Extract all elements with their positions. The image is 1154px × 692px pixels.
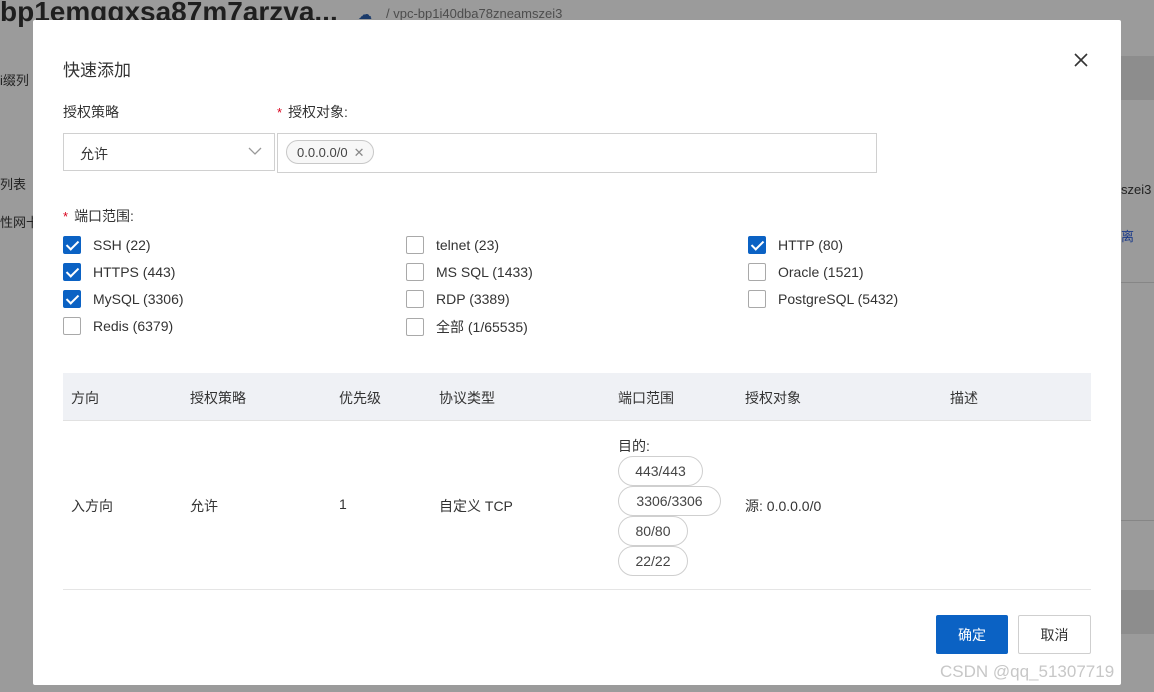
- cell-protocol: 自定义 TCP: [439, 498, 513, 514]
- port-option-ssh[interactable]: SSH (22): [63, 236, 151, 254]
- checkbox[interactable]: [748, 290, 766, 308]
- policy-select-value: 允许: [80, 146, 108, 162]
- cell-policy: 允许: [190, 498, 218, 514]
- port-option-label: Redis (6379): [93, 318, 174, 334]
- port-option-label: telnet (23): [436, 237, 500, 253]
- column-header: 描述: [950, 390, 978, 406]
- required-asterisk: *: [63, 209, 69, 224]
- cancel-button[interactable]: 取消: [1018, 615, 1091, 654]
- checkbox[interactable]: [748, 263, 766, 281]
- port-option-label: MySQL (3306): [93, 291, 184, 307]
- checkbox[interactable]: [406, 236, 424, 254]
- cell-direction: 入方向: [71, 498, 113, 514]
- port-option-http[interactable]: HTTP (80): [748, 236, 843, 254]
- policy-select[interactable]: 允许: [63, 133, 275, 171]
- ports-label: 端口范围:: [74, 208, 134, 224]
- checkbox[interactable]: [748, 236, 766, 254]
- rules-table-header: 方向 授权策略 优先级 协议类型 端口范围 授权对象 描述: [63, 373, 1091, 421]
- close-icon: [1074, 53, 1088, 67]
- port-option-label: 全部 (1/65535): [436, 319, 528, 335]
- port-option-label: RDP (3389): [436, 291, 510, 307]
- column-header: 端口范围: [618, 390, 674, 406]
- port-option-rdp[interactable]: RDP (3389): [406, 290, 510, 308]
- port-option-mssql[interactable]: MS SQL (1433): [406, 263, 533, 281]
- checkbox[interactable]: [406, 290, 424, 308]
- close-button[interactable]: [1071, 50, 1091, 70]
- target-label: 授权对象:: [288, 104, 348, 120]
- bg-right-item-2[interactable]: 离: [1121, 226, 1134, 245]
- checkbox[interactable]: [63, 317, 81, 335]
- port-pill: 443/443: [618, 456, 703, 486]
- required-asterisk: *: [277, 105, 283, 120]
- cell-ports-prefix: 目的:: [618, 438, 650, 454]
- column-header: 协议类型: [439, 390, 495, 406]
- port-pill: 80/80: [618, 516, 688, 546]
- column-header: 授权策略: [190, 390, 246, 406]
- bg-left-item-2: 列表: [0, 177, 27, 192]
- port-option-all[interactable]: 全部 (1/65535): [406, 317, 528, 337]
- column-header: 方向: [71, 390, 99, 406]
- watermark: CSDN @qq_51307719: [940, 662, 1115, 681]
- bg-footer-strip: [1121, 590, 1154, 634]
- target-tag-label: 0.0.0.0/0: [297, 144, 348, 160]
- quick-add-dialog: 快速添加 授权策略 * 授权对象: 允许 0.0.0.0/0 ✕ * 端口范围: S…: [33, 20, 1121, 685]
- port-pill: 3306/3306: [618, 486, 721, 516]
- bg-toolbar-strip: [1121, 56, 1154, 100]
- port-option-label: HTTPS (443): [93, 264, 176, 280]
- port-option-label: SSH (22): [93, 237, 151, 253]
- port-option-https[interactable]: HTTPS (443): [63, 263, 175, 281]
- dialog-title: 快速添加: [63, 61, 131, 80]
- port-option-oracle[interactable]: Oracle (1521): [748, 263, 864, 281]
- row-divider: [63, 589, 1091, 590]
- port-option-redis[interactable]: Redis (6379): [63, 317, 173, 335]
- port-option-mysql[interactable]: MySQL (3306): [63, 290, 184, 308]
- remove-tag-icon[interactable]: ✕: [354, 146, 365, 159]
- port-option-label: Oracle (1521): [778, 264, 864, 280]
- confirm-button[interactable]: 确定: [936, 615, 1008, 654]
- bg-right-item-1: szei3: [1121, 182, 1152, 197]
- bg-left-item-1: i缀列: [0, 73, 29, 88]
- chevron-down-icon: [248, 147, 262, 155]
- vpc-link[interactable]: / vpc-bp1i40dba78zneamszei3: [386, 6, 562, 21]
- bg-divider: [1121, 282, 1154, 283]
- checkbox[interactable]: [63, 263, 81, 281]
- checkbox[interactable]: [63, 290, 81, 308]
- cell-priority: 1: [339, 496, 347, 512]
- column-header: 授权对象: [745, 390, 801, 406]
- column-header: 优先级: [339, 390, 381, 406]
- port-option-telnet[interactable]: telnet (23): [406, 236, 499, 254]
- target-label-wrap: * 授权对象:: [277, 102, 348, 122]
- policy-label: 授权策略: [63, 104, 119, 120]
- checkbox[interactable]: [406, 318, 424, 336]
- port-option-label: PostgreSQL (5432): [778, 291, 899, 307]
- port-pill: 22/22: [618, 546, 688, 576]
- port-option-label: HTTP (80): [778, 237, 844, 253]
- ports-label-wrap: * 端口范围:: [63, 206, 134, 226]
- checkbox[interactable]: [406, 263, 424, 281]
- port-option-label: MS SQL (1433): [436, 264, 533, 280]
- checkbox[interactable]: [63, 236, 81, 254]
- port-option-postgresql[interactable]: PostgreSQL (5432): [748, 290, 898, 308]
- cell-target: 源: 0.0.0.0/0: [745, 498, 822, 514]
- target-tag-input[interactable]: 0.0.0.0/0 ✕: [277, 133, 877, 173]
- target-tag: 0.0.0.0/0 ✕: [286, 140, 374, 164]
- bg-divider: [1121, 520, 1154, 521]
